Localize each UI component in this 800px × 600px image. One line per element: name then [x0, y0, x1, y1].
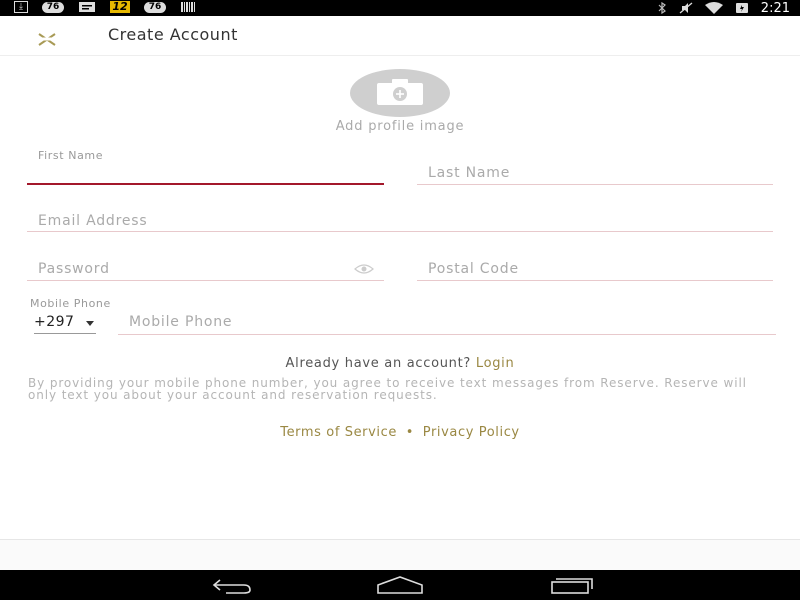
password-placeholder: Password — [38, 261, 110, 277]
mobile-phone-field[interactable]: Mobile Phone — [118, 305, 776, 335]
country-code-select[interactable]: +297 — [34, 312, 96, 334]
email-field[interactable]: Email Address — [27, 202, 773, 232]
sms-disclaimer: By providing your mobile phone number, y… — [28, 376, 747, 402]
wifi-icon — [704, 2, 723, 14]
legal-separator: • — [405, 425, 414, 440]
privacy-policy-link[interactable]: Privacy Policy — [423, 425, 520, 440]
login-link[interactable]: Login — [476, 356, 515, 371]
login-prompt-text: Already have an account? — [285, 356, 472, 371]
camera-plus-icon — [377, 79, 423, 105]
terms-of-service-link[interactable]: Terms of Service — [280, 425, 397, 440]
bluetooth-icon — [657, 2, 667, 14]
app-header: Create Account — [0, 16, 800, 56]
add-profile-image-button[interactable] — [350, 69, 450, 117]
last-name-field[interactable]: Last Name — [417, 155, 773, 185]
mobile-phone-label: Mobile Phone — [30, 297, 111, 310]
recent-apps-icon[interactable] — [548, 575, 596, 595]
download-icon: ⤓ — [14, 1, 28, 13]
legal-links: Terms of Service • Privacy Policy — [0, 425, 800, 440]
page-title: Create Account — [108, 25, 238, 44]
message-icon — [78, 1, 96, 13]
notification-app-icon: 76 — [42, 1, 64, 13]
close-icon[interactable] — [36, 26, 58, 46]
email-placeholder: Email Address — [38, 213, 148, 229]
system-nav-bar — [0, 570, 800, 600]
home-icon[interactable] — [376, 575, 424, 595]
postal-code-field[interactable]: Postal Code — [417, 251, 773, 281]
notification-icons: ⤓ 76 12 76 — [14, 1, 196, 13]
login-prompt: Already have an account? Login — [0, 356, 800, 371]
status-bar: ⤓ 76 12 76 2:21 — [0, 0, 800, 16]
postal-code-placeholder: Postal Code — [428, 261, 519, 277]
first-name-field[interactable] — [27, 155, 384, 185]
country-code-value: +297 — [34, 314, 75, 330]
system-icons: 2:21 — [657, 0, 790, 16]
notification-app-icon-2: 76 — [144, 1, 166, 13]
show-password-icon[interactable] — [354, 260, 374, 274]
battery-icon — [735, 2, 749, 14]
barcode-icon — [180, 1, 196, 13]
bottom-bar — [0, 539, 800, 570]
mute-icon — [679, 2, 693, 14]
calendar-badge-icon: 12 — [110, 1, 130, 13]
last-name-placeholder: Last Name — [428, 165, 511, 181]
back-icon[interactable] — [206, 575, 254, 595]
add-profile-image-caption: Add profile image — [335, 119, 465, 134]
chevron-down-icon — [86, 321, 94, 326]
password-field[interactable]: Password — [27, 251, 384, 281]
mobile-phone-placeholder: Mobile Phone — [129, 314, 233, 330]
clock: 2:21 — [760, 0, 790, 16]
